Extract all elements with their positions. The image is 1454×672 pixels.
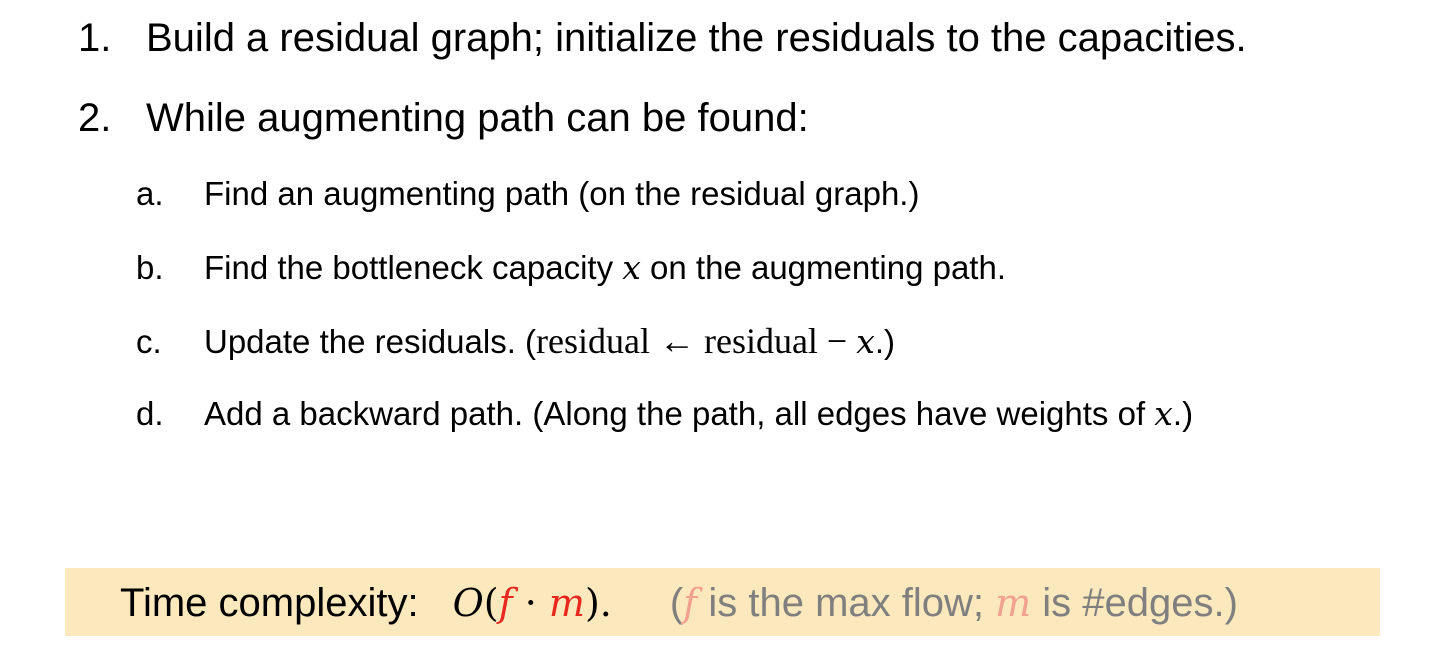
substep-letter: c.: [136, 323, 162, 360]
substep-d: d. Add a backward path. (Along the path, …: [136, 394, 1193, 434]
substep-text-pre: Find the bottleneck capacity: [204, 249, 623, 286]
substep-text-post: .): [874, 323, 896, 360]
step-text: While augmenting path can be found:: [146, 96, 809, 140]
substep-text: Find an augmenting path (on the residual…: [204, 175, 920, 212]
substep-text-post: .): [1172, 395, 1194, 432]
step-number: 1.: [78, 16, 112, 60]
math-variable-x: x: [1154, 394, 1173, 433]
substep-text-post: on the augmenting path.: [640, 249, 1006, 286]
step-text: Build a residual graph; initialize the r…: [146, 16, 1247, 60]
substep-b: b. Find the bottleneck capacity x on the …: [136, 248, 1006, 288]
note-open-paren: (: [669, 581, 684, 625]
note-edges: is #edges.): [1031, 581, 1238, 625]
step-number: 2.: [78, 96, 112, 140]
substep-a: a. Find an augmenting path (on the residu…: [136, 174, 919, 214]
note-m: m: [995, 581, 1032, 625]
note-max-flow: is the max flow;: [697, 581, 996, 625]
math-expression: residual ← residual −: [536, 321, 857, 361]
substep-letter: a.: [136, 175, 164, 212]
formula-close: ).: [584, 581, 612, 625]
substep-text-pre: Add a backward path. (Along the path, al…: [204, 395, 1155, 432]
substep-letter: d.: [136, 395, 164, 432]
substep-letter: b.: [136, 249, 164, 286]
big-o: O: [452, 581, 484, 625]
substep-c: c. Update the residuals. (residual ← resi…: [136, 321, 895, 362]
time-complexity-line: Time complexity: O(f · m). (f is the max f…: [120, 577, 1238, 629]
math-variable-x: x: [622, 248, 641, 287]
substep-text-pre: Update the residuals. (: [204, 323, 537, 360]
formula-open-paren: (: [483, 581, 499, 625]
math-variable-x: x: [856, 322, 875, 361]
complexity-label: Time complexity:: [120, 581, 419, 625]
note-f: f: [683, 581, 698, 625]
step-2: 2. While augmenting path can be found:: [78, 94, 809, 142]
formula-m: m: [548, 581, 585, 625]
formula-dot: ·: [512, 581, 549, 625]
step-1: 1. Build a residual graph; initialize the…: [78, 14, 1247, 62]
formula-f: f: [498, 581, 513, 625]
